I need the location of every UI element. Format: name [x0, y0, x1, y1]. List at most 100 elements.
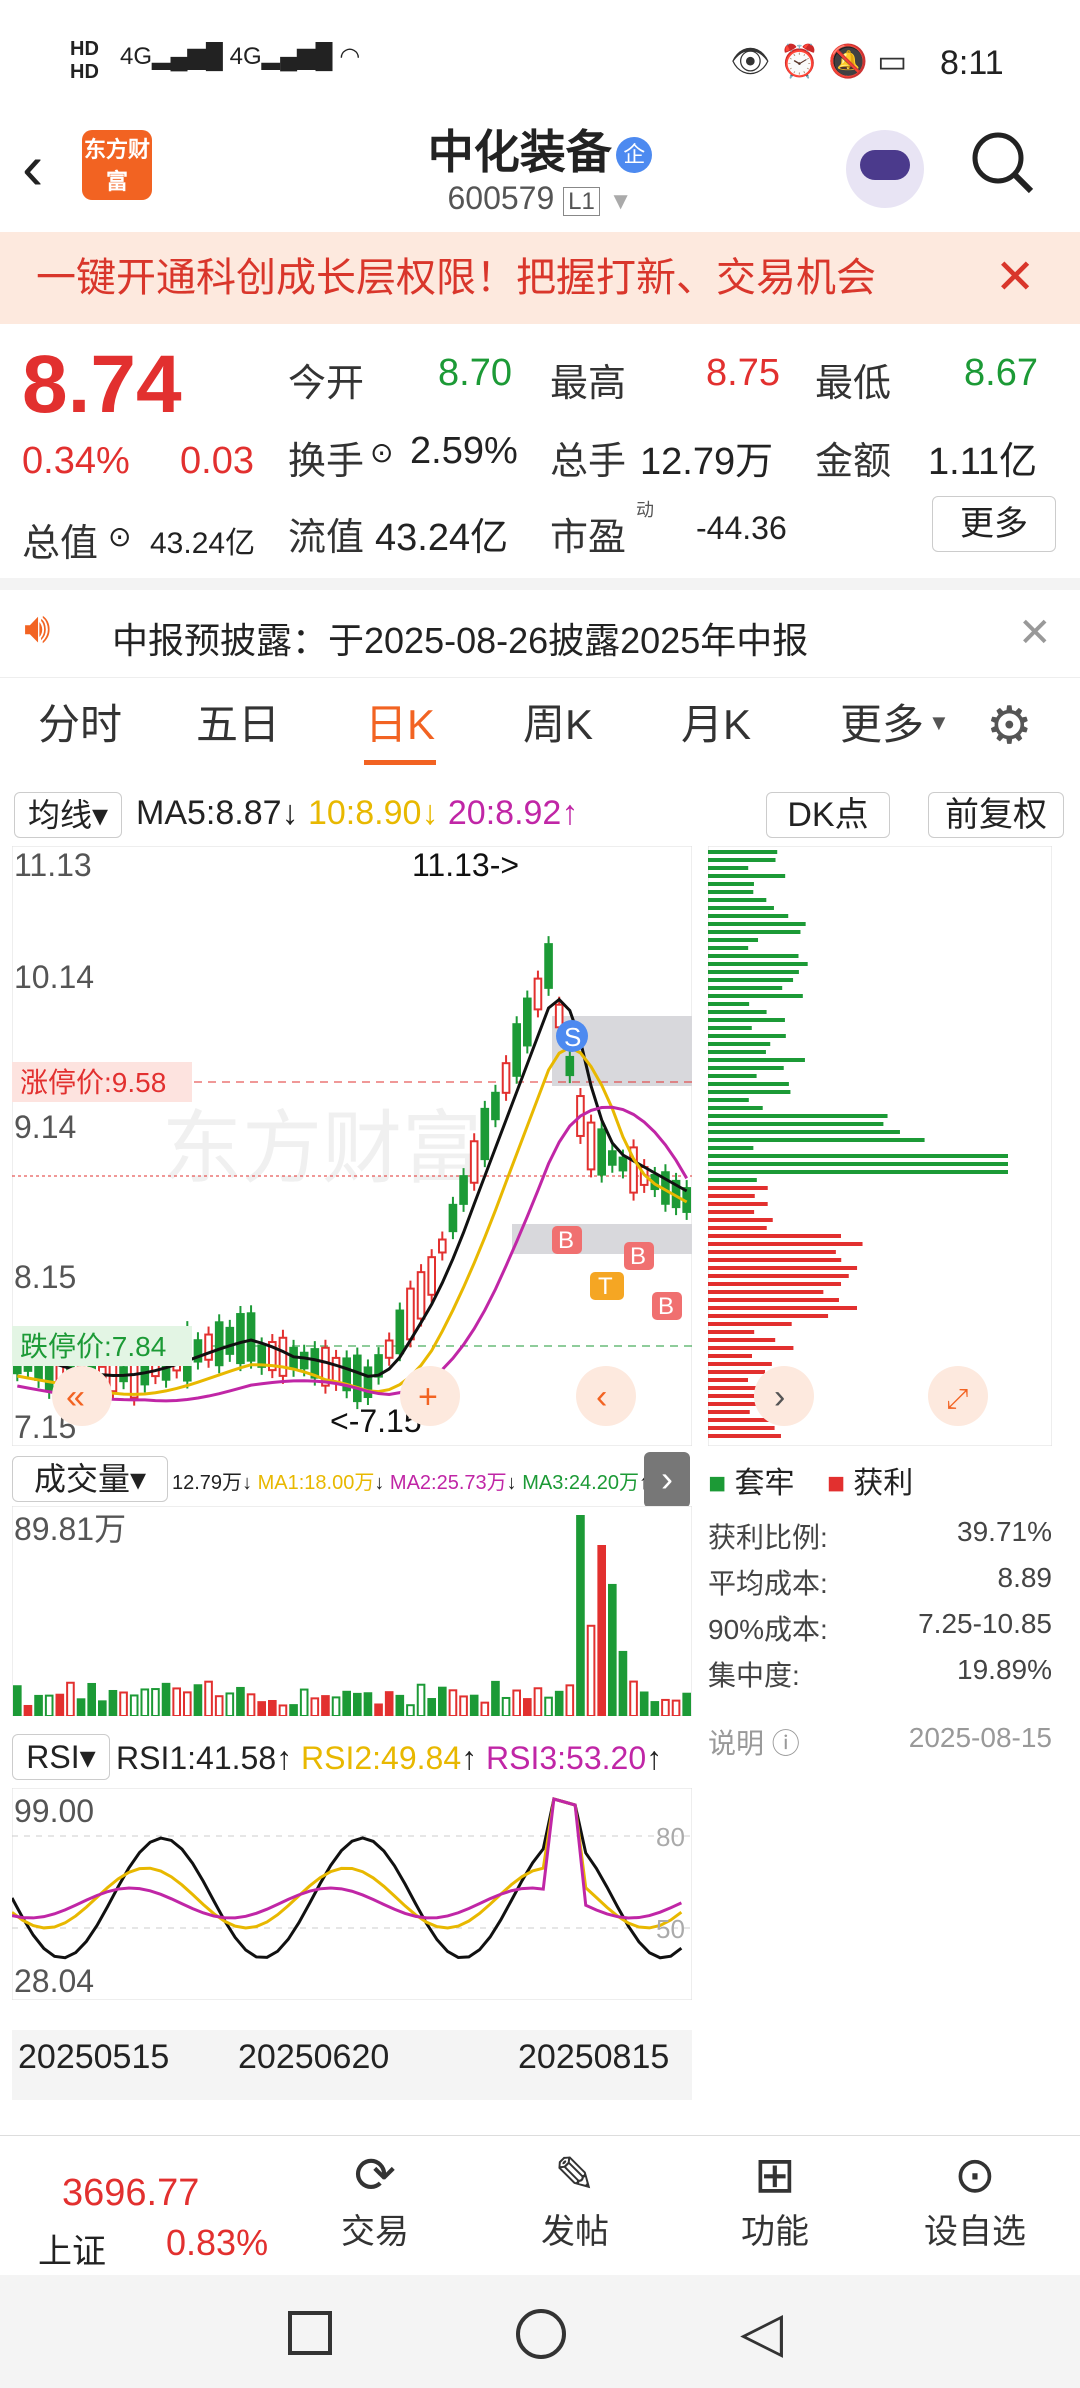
chip-bar — [708, 1306, 858, 1310]
tab-daily-k[interactable]: 日K — [340, 680, 460, 770]
chip-bar — [708, 1330, 755, 1334]
candle — [523, 997, 532, 1047]
edit-icon: ✎ — [554, 2147, 596, 2203]
volume-bar — [193, 1684, 203, 1716]
limit-up-label: 涨停价:9.58 — [20, 1067, 166, 1098]
y-label-1: 11.13 — [14, 847, 92, 883]
volume-select[interactable]: 成交量▾ — [12, 1456, 168, 1502]
chip-bar — [708, 914, 789, 918]
volume-bar — [310, 1697, 320, 1716]
candle — [246, 1312, 256, 1362]
volume-bar — [246, 1693, 256, 1716]
tab-intraday[interactable]: 分时 — [20, 680, 140, 770]
volume-bar — [289, 1704, 298, 1716]
volume-bar — [576, 1515, 585, 1716]
chip-bar — [708, 1378, 749, 1382]
candle — [544, 943, 553, 989]
volume-bar — [554, 1690, 564, 1716]
chip-distribution-chart[interactable]: › ⤢ — [708, 846, 1052, 1446]
close-icon[interactable]: ✕ — [995, 232, 1035, 324]
tab-monthly-k[interactable]: 月K — [656, 680, 776, 770]
tab-weekly-k[interactable]: 周K — [498, 680, 618, 770]
index-value[interactable]: 3696.77 — [62, 2172, 199, 2215]
volume-bar — [459, 1695, 468, 1716]
volume-bar — [512, 1689, 521, 1716]
add-watchlist-button[interactable]: ⊙ 设自选 — [910, 2146, 1040, 2253]
earnings-notice[interactable]: 🔊︎ 中报预披露：于2025-08-26披露2025年中报 ✕ — [0, 578, 1080, 678]
enterprise-badge: 企 — [616, 137, 653, 173]
promo-banner[interactable]: 一键开通科创成长层权限！把握打新、交易机会 ✕ — [0, 232, 1080, 324]
chip-note: 说明 — [708, 1728, 765, 1759]
chevron-down-icon[interactable]: ▼ — [609, 188, 633, 215]
candle — [586, 1121, 596, 1171]
volume-bar — [491, 1680, 500, 1716]
hd-indicator: HD HD — [70, 38, 99, 83]
trade-button[interactable]: ⟳ 交易 — [310, 2146, 440, 2253]
candle — [395, 1309, 405, 1355]
status-icons: 👁 ⏰ 🔕 ▭ — [730, 43, 908, 79]
chip-stats: 获利比例: 39.71% 平均成本: 8.89 90%成本: 7.25-10.85 集中度:… — [708, 1516, 1052, 1700]
expand-arrow-icon[interactable]: › — [644, 1452, 690, 1508]
candle — [416, 1271, 426, 1320]
kline-chart[interactable]: 东方财富 11.13 10.14 9.14 8.15 7.15 11.13-> … — [12, 846, 692, 1446]
svg-text:B: B — [658, 1293, 674, 1320]
vol-ma3: MA3:24.20万 — [522, 1472, 639, 1494]
volume-bar — [278, 1704, 288, 1716]
search-icon[interactable] — [968, 128, 1036, 196]
volume-bar — [151, 1688, 160, 1716]
volume-bar — [363, 1692, 373, 1716]
candle — [618, 1156, 628, 1172]
chip-bar — [708, 1090, 791, 1094]
dk-point-button[interactable]: DK点 — [766, 792, 890, 838]
candle — [427, 1256, 436, 1296]
chip-bar — [708, 1434, 781, 1438]
chip-bar — [708, 1146, 754, 1150]
volume-bar — [44, 1694, 54, 1716]
grid-icon: ⊞ — [754, 2147, 796, 2203]
chevron-down-icon: ▼ — [928, 710, 950, 735]
chip-bar — [708, 1162, 1008, 1166]
chip-bar — [708, 882, 754, 886]
chip-bar — [708, 1130, 900, 1134]
tab-five-day[interactable]: 五日 — [178, 680, 298, 770]
chip-bar — [708, 1098, 749, 1102]
chip-bar — [708, 1058, 805, 1062]
volume-bar — [629, 1680, 638, 1716]
date-axis: 20250515 20250620 20250815 — [12, 2030, 692, 2100]
post-button[interactable]: ✎ 发帖 — [510, 2146, 640, 2253]
recent-apps-icon[interactable] — [288, 2311, 332, 2355]
info-icon[interactable]: ⊙ — [370, 436, 393, 469]
mcap-label: 总值 — [22, 523, 99, 565]
chip-bar — [708, 1322, 792, 1326]
volume-bar — [597, 1545, 606, 1716]
svg-text:⤢: ⤢ — [946, 1383, 968, 1414]
tab-more[interactable]: 更多 — [822, 680, 942, 770]
more-button[interactable]: 更多 — [932, 496, 1056, 552]
chip-bar — [708, 994, 803, 998]
ma-select[interactable]: 均线▾ — [14, 792, 122, 838]
volume-bar — [331, 1696, 341, 1716]
robot-assistant-icon[interactable] — [846, 130, 924, 208]
chip-bar — [708, 1210, 755, 1214]
volume-bar — [23, 1704, 33, 1716]
svg-text:T: T — [598, 1273, 613, 1300]
active-tab-indicator — [364, 760, 436, 765]
signal-icon: 4G▂▄▆█ 4G▂▄▆█ ◠ — [120, 43, 361, 70]
functions-button[interactable]: ⊞ 功能 — [710, 2146, 840, 2253]
info-icon[interactable]: ⊙ — [108, 520, 131, 553]
ma10-value: 10:8.90 — [307, 794, 422, 832]
svg-text:«: « — [66, 1378, 85, 1416]
gear-icon[interactable]: ⚙ — [986, 696, 1033, 756]
close-icon[interactable]: ✕ — [1018, 610, 1052, 656]
rsi-select[interactable]: RSI▾ — [12, 1734, 110, 1780]
candle — [554, 1003, 564, 1029]
volume-bar — [650, 1701, 660, 1716]
home-icon[interactable] — [516, 2309, 566, 2359]
y-label-4: 8.15 — [14, 1259, 76, 1295]
chip-legend: ■ 套牢 ■ 获利 — [708, 1467, 914, 1500]
adjust-button[interactable]: 前复权 — [928, 792, 1064, 838]
chip-bar — [708, 1298, 839, 1302]
chip-bar — [708, 1026, 752, 1030]
index-change: 0.83% — [166, 2222, 269, 2263]
back-nav-icon[interactable]: ◁ — [740, 2299, 783, 2365]
